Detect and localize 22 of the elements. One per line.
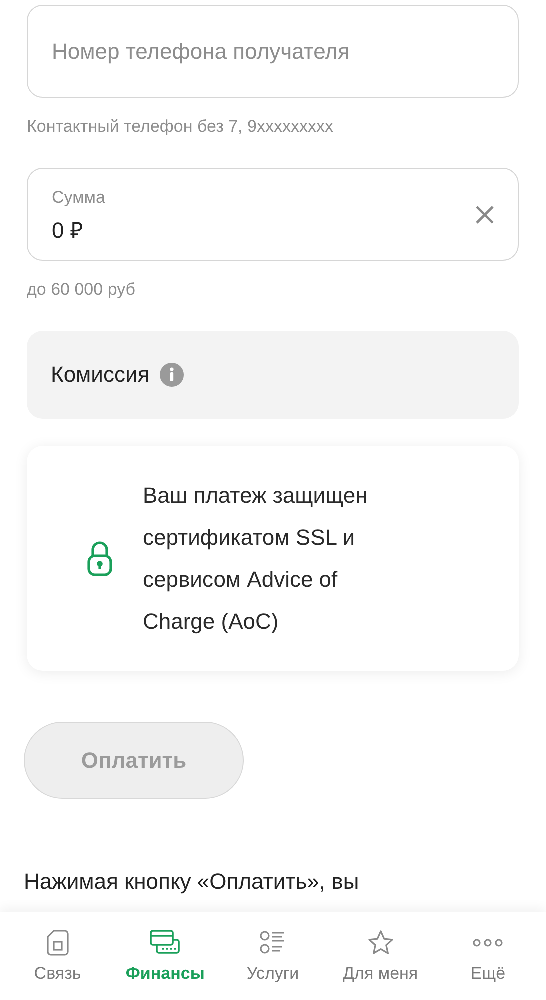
lock-icon (87, 540, 113, 576)
nav-tab[interactable]: Связь (4, 912, 112, 994)
info-icon[interactable] (160, 363, 184, 387)
nav-tab[interactable]: Финансы (112, 912, 220, 994)
sim-card-icon (46, 930, 69, 956)
more-icon (473, 938, 504, 948)
security-text: Ваш платеж защищен сертификатом SSL и сервисом Advice of Charge (AoC) (143, 482, 369, 636)
cards-icon (150, 930, 180, 956)
field-hint: Контактный телефон без 7, 9xxxxxxxxx (27, 116, 334, 138)
close-icon[interactable] (476, 206, 494, 224)
amount-input[interactable]: 0 ₽ (52, 216, 340, 242)
field-label: Сумма (52, 188, 106, 208)
star-icon (368, 930, 394, 956)
nav-tab[interactable]: Для меня (326, 912, 434, 994)
nav-tab[interactable]: Услуги (219, 912, 327, 994)
list-icon (260, 930, 286, 956)
nav-tab[interactable]: Ещё (434, 912, 542, 994)
phone-field[interactable]: Номер телефона получателя (27, 5, 519, 98)
field-hint: до 60 000 руб (27, 279, 137, 301)
commission-label: Комиссия (51, 362, 150, 388)
terms-text: Нажимая кнопку «Оплатить», вы (24, 869, 360, 895)
amount-field[interactable]: Сумма 0 ₽ (27, 168, 519, 261)
